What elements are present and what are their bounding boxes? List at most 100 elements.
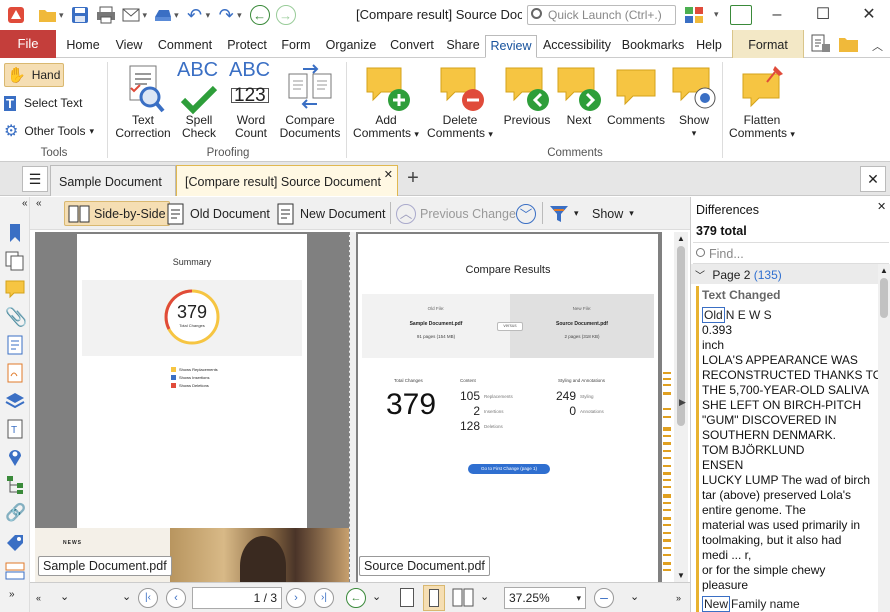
quick-launch-input[interactable]: Quick Launch (Ctrl+.) bbox=[527, 5, 676, 25]
print-icon[interactable] bbox=[96, 5, 116, 25]
content-icon[interactable]: T bbox=[5, 419, 25, 439]
compare-documents-button[interactable]: Compare Documents bbox=[278, 64, 342, 140]
document-properties-icon[interactable] bbox=[5, 335, 25, 355]
text-correction-button[interactable]: Text Correction bbox=[113, 64, 173, 140]
side-by-side-button[interactable]: Side-by-Side bbox=[64, 201, 170, 226]
close-panel-icon[interactable]: ✕ bbox=[877, 200, 886, 213]
scan-icon[interactable] bbox=[153, 5, 173, 25]
new-tab-button[interactable]: + bbox=[400, 166, 426, 192]
tab-form[interactable]: Form bbox=[278, 35, 314, 58]
view-options-icon[interactable]: ⌄ bbox=[480, 590, 489, 603]
delete-comments-button[interactable]: Delete Comments ▾ bbox=[424, 64, 496, 141]
tool-icon[interactable] bbox=[810, 34, 832, 54]
pages-icon[interactable] bbox=[5, 251, 25, 271]
new-document-button[interactable]: New Document bbox=[276, 201, 385, 226]
doc-tab-compare-result[interactable]: [Compare result] Source Document * ✕ bbox=[176, 165, 398, 221]
zoom-out-button[interactable]: – bbox=[594, 588, 614, 608]
change-markers-strip[interactable] bbox=[662, 232, 672, 582]
panel-toggle-arrow[interactable]: ▶ bbox=[679, 397, 686, 408]
chevron-down-icon[interactable]: ▾ bbox=[174, 10, 179, 21]
email-icon[interactable] bbox=[122, 5, 142, 25]
tab-share[interactable]: Share bbox=[443, 35, 483, 58]
signatures-icon[interactable] bbox=[5, 363, 25, 383]
old-document-button[interactable]: Old Document bbox=[166, 201, 270, 226]
history-dropdown-icon[interactable]: ⌄ bbox=[372, 590, 381, 603]
expand-icon[interactable]: » bbox=[9, 589, 15, 600]
layers-icon[interactable] bbox=[5, 391, 25, 411]
new-document-pane[interactable]: Compare Results Old File: Sample Documen… bbox=[356, 232, 662, 582]
next-page-button[interactable]: › bbox=[286, 588, 306, 608]
first-page-button[interactable]: |‹ bbox=[138, 588, 158, 608]
scroll-up-arrow[interactable]: ▲ bbox=[880, 266, 888, 275]
page-number-input[interactable]: 1 / 3 bbox=[192, 587, 282, 609]
find-input[interactable]: Find... bbox=[693, 242, 889, 264]
tab-protect[interactable]: Protect bbox=[223, 35, 271, 58]
spell-check-button[interactable]: ABC Spell Check bbox=[175, 60, 223, 140]
back-view-button[interactable]: ← bbox=[346, 588, 366, 608]
status-options-icon-2[interactable]: ⌄ bbox=[122, 590, 131, 603]
chevron-down-icon[interactable]: ▾ bbox=[59, 10, 64, 21]
close-tab-icon[interactable]: ✕ bbox=[384, 159, 393, 191]
tab-file[interactable]: File bbox=[0, 30, 56, 58]
page-group-header[interactable]: ﹀ Page 2 (135) bbox=[691, 264, 879, 284]
word-count-button[interactable]: ABC 123 Word Count bbox=[226, 60, 276, 140]
fullscreen-icon[interactable] bbox=[730, 5, 752, 25]
hand-button[interactable]: ✋ Hand bbox=[4, 63, 64, 87]
chevron-down-icon[interactable]: ▾ bbox=[714, 9, 719, 20]
folder-settings-icon[interactable] bbox=[838, 34, 860, 54]
next-comment-button[interactable]: Next bbox=[554, 64, 604, 127]
tab-review[interactable]: Review bbox=[485, 35, 537, 58]
tab-organize[interactable]: Organize bbox=[321, 35, 381, 58]
fields-icon[interactable] bbox=[5, 561, 25, 581]
select-text-button[interactable]: T Select Text bbox=[4, 91, 82, 115]
links-icon[interactable]: 🔗 bbox=[5, 503, 26, 523]
previous-page-button[interactable]: ‹ bbox=[166, 588, 186, 608]
redo-icon[interactable]: ↷ bbox=[216, 5, 236, 25]
pane-splitter[interactable] bbox=[349, 232, 356, 582]
other-tools-button[interactable]: ⚙ Other Tools ▾ bbox=[4, 119, 94, 143]
scroll-down-arrow[interactable]: ▼ bbox=[677, 571, 685, 580]
panel-scrollbar[interactable]: ▲ bbox=[878, 264, 890, 612]
tab-bookmarks[interactable]: Bookmarks bbox=[619, 35, 687, 58]
status-options-icon[interactable]: ⌄ bbox=[60, 590, 69, 603]
tags-icon[interactable] bbox=[5, 533, 25, 553]
collapse-toolbar-icon[interactable]: « bbox=[36, 198, 42, 209]
flatten-comments-button[interactable]: Flatten Comments ▾ bbox=[726, 64, 798, 141]
comments-panel-icon[interactable] bbox=[5, 279, 25, 299]
chevron-down-icon[interactable]: ▾ bbox=[143, 10, 148, 21]
open-folder-icon[interactable] bbox=[38, 5, 58, 25]
show-comments-button[interactable]: Show ▾ bbox=[668, 64, 720, 140]
structure-icon[interactable] bbox=[5, 475, 25, 495]
tab-view[interactable]: View bbox=[112, 35, 146, 58]
tab-comment[interactable]: Comment bbox=[154, 35, 216, 58]
add-comments-button[interactable]: Add Comments ▾ bbox=[350, 64, 422, 141]
go-to-first-change-button[interactable]: Go to First Change (page 1) bbox=[468, 464, 550, 474]
minimize-button[interactable]: – bbox=[765, 4, 789, 26]
show-filter-button[interactable]: Show ▾ bbox=[592, 201, 634, 226]
zoom-slider[interactable] bbox=[620, 597, 622, 599]
attachments-icon[interactable]: 📎 bbox=[5, 307, 27, 327]
last-page-button[interactable]: ›| bbox=[314, 588, 334, 608]
old-document-pane[interactable]: Summary 379 Total Changes Shows Replacem… bbox=[35, 232, 349, 582]
tab-home[interactable]: Home bbox=[62, 35, 104, 58]
single-page-view-icon[interactable] bbox=[400, 588, 414, 607]
tab-list-menu-button[interactable]: ☰ bbox=[22, 166, 48, 192]
comments-button[interactable]: Comments bbox=[604, 64, 668, 127]
close-document-button[interactable]: ✕ bbox=[860, 166, 886, 192]
collapse-sidebar-icon[interactable]: « bbox=[22, 198, 28, 209]
collapse-ribbon-icon[interactable]: ︿ bbox=[872, 38, 883, 54]
expand-status-icon[interactable]: » bbox=[676, 593, 681, 603]
tab-convert[interactable]: Convert bbox=[387, 35, 437, 58]
close-window-button[interactable]: ✕ bbox=[857, 4, 881, 26]
continuous-view-icon[interactable] bbox=[423, 585, 445, 611]
back-icon[interactable]: ← bbox=[249, 5, 270, 25]
destinations-icon[interactable] bbox=[5, 447, 25, 467]
filter-button[interactable]: ▾ bbox=[548, 201, 579, 226]
chevron-down-icon[interactable]: ▾ bbox=[237, 10, 242, 21]
tab-accessibility[interactable]: Accessibility bbox=[541, 35, 613, 58]
ui-options-icon[interactable] bbox=[684, 5, 706, 25]
facing-view-icon[interactable] bbox=[452, 588, 474, 607]
zoom-select[interactable]: 37.25% ▾ bbox=[504, 587, 586, 609]
next-change-button[interactable]: ﹀ bbox=[516, 201, 536, 226]
previous-comment-button[interactable]: Previous bbox=[500, 64, 554, 127]
